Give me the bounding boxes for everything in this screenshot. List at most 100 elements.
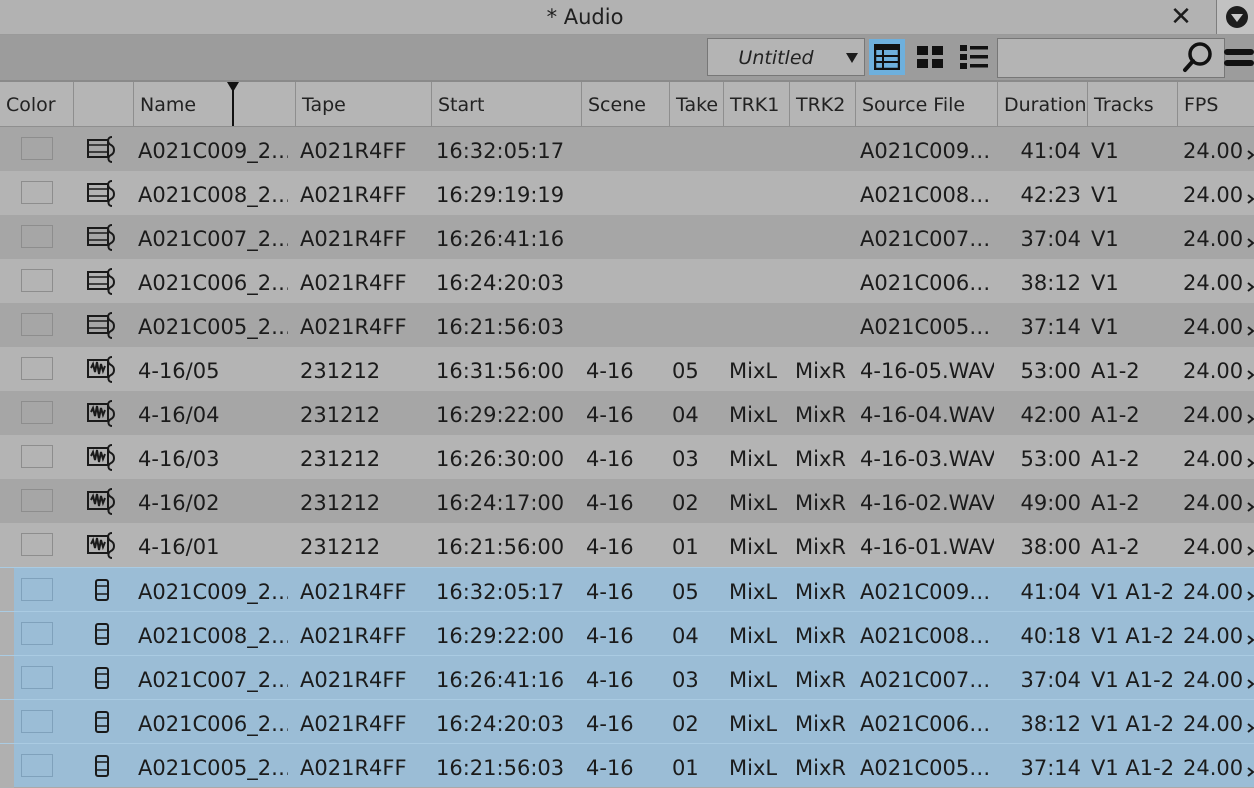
overflow-chevron-icon (1247, 321, 1254, 336)
cell-fps: 24.00 (1183, 624, 1243, 648)
detail-view-button[interactable] (955, 39, 991, 75)
table-row[interactable]: A021C007_2… A021R4FF 16:26:41:16 4-16 03 MixL… (0, 655, 1254, 700)
cell-name: A021C009_2… (138, 139, 288, 163)
overflow-chevron-icon (1247, 630, 1254, 645)
cell-tape: 231212 (300, 535, 381, 559)
close-button[interactable]: ✕ (1166, 2, 1196, 32)
close-icon: ✕ (1170, 2, 1192, 32)
cell-duration: 49:00 (1020, 491, 1081, 515)
cell-tape: A021R4FF (300, 712, 407, 736)
color-swatch[interactable] (21, 754, 53, 777)
thumbnail-view-button[interactable] (912, 39, 948, 75)
cell-scene: 4-16 (586, 447, 634, 471)
column-header-tape[interactable]: Tape (295, 82, 431, 126)
synced-clip-icon (86, 575, 118, 605)
column-resize-handle[interactable] (226, 82, 240, 126)
options-menu-icon[interactable] (1222, 43, 1254, 73)
sequence-clip-icon (86, 310, 118, 340)
cell-tracks: A1-2 (1091, 403, 1140, 427)
cell-source-file: A021C007… (860, 227, 991, 251)
table-row[interactable]: A021C007_2… A021R4FF 16:26:41:16 A021C007… 3… (0, 215, 1254, 259)
cell-take (672, 171, 720, 215)
table-row[interactable]: 4-16/01 231212 16:21:56:00 4-16 01 MixL MixR 4-… (0, 523, 1254, 567)
sequence-clip-icon (86, 178, 118, 208)
color-swatch[interactable] (21, 225, 53, 248)
list-view-button[interactable] (869, 39, 905, 75)
cell-tape: A021R4FF (300, 580, 407, 604)
color-swatch[interactable] (21, 445, 53, 468)
search-icon[interactable] (1182, 41, 1214, 73)
column-header-trk1[interactable]: TRK1 (723, 82, 789, 126)
column-header-trk2[interactable]: TRK2 (789, 82, 855, 126)
table-row[interactable]: A021C005_2… A021R4FF 16:21:56:03 A021C005… 3… (0, 303, 1254, 347)
color-swatch[interactable] (21, 666, 53, 689)
cell-trk2 (795, 127, 853, 171)
color-swatch[interactable] (21, 137, 53, 160)
column-header-take[interactable]: Take (669, 82, 723, 126)
column-header-source-file[interactable]: Source File (855, 82, 997, 126)
column-header-fps[interactable]: FPS (1177, 82, 1254, 126)
cell-fps: 24.00 (1183, 183, 1243, 207)
column-header-start[interactable]: Start (431, 82, 581, 126)
column-header-scene[interactable]: Scene (581, 82, 669, 126)
column-header-type[interactable] (73, 82, 133, 126)
color-swatch[interactable] (21, 269, 53, 292)
cell-trk2: MixR (795, 756, 846, 780)
cell-trk1 (729, 171, 787, 215)
table-view-icon (874, 44, 900, 70)
color-swatch[interactable] (21, 181, 53, 204)
cell-start: 16:26:30:00 (436, 447, 565, 471)
color-swatch[interactable] (21, 401, 53, 424)
color-swatch[interactable] (21, 489, 53, 512)
cell-trk2: MixR (795, 359, 846, 383)
table-row[interactable]: A021C009_2… A021R4FF 16:32:05:17 A021C009… 4… (0, 127, 1254, 171)
cell-fps: 24.00 (1183, 580, 1243, 604)
cell-tracks: V1 A1-2 (1091, 756, 1175, 780)
table-row[interactable]: A021C005_2… A021R4FF 16:21:56:03 4-16 01 MixL… (0, 743, 1254, 788)
color-swatch[interactable] (21, 622, 53, 645)
view-select[interactable]: Untitled (707, 38, 865, 76)
table-row[interactable]: A021C008_2… A021R4FF 16:29:22:00 4-16 04 MixL… (0, 611, 1254, 656)
column-header-color[interactable]: Color (0, 82, 73, 126)
table-row[interactable]: 4-16/03 231212 16:26:30:00 4-16 03 MixL MixR 4-… (0, 435, 1254, 479)
cell-take: 05 (672, 359, 699, 383)
table-row[interactable]: A021C006_2… A021R4FF 16:24:20:03 A021C006… 3… (0, 259, 1254, 303)
table-row[interactable]: 4-16/04 231212 16:29:22:00 4-16 04 MixL MixR 4-… (0, 391, 1254, 435)
color-swatch[interactable] (21, 533, 53, 556)
color-swatch[interactable] (21, 357, 53, 380)
cell-tracks: V1 A1-2 (1091, 624, 1175, 648)
cell-trk1 (729, 259, 787, 303)
cell-name: A021C008_2… (138, 183, 288, 207)
overflow-chevron-icon (1247, 762, 1254, 777)
panel-menu-button[interactable] (1216, 0, 1254, 34)
cell-start: 16:21:56:00 (436, 535, 565, 559)
color-swatch[interactable] (21, 313, 53, 336)
overflow-chevron-icon (1247, 718, 1254, 733)
cell-fps: 24.00 (1183, 271, 1243, 295)
table-row[interactable]: A021C006_2… A021R4FF 16:24:20:03 4-16 02 MixL… (0, 699, 1254, 744)
table-row[interactable]: A021C008_2… A021R4FF 16:29:19:19 A021C008… 4… (0, 171, 1254, 215)
cell-fps: 24.00 (1183, 403, 1243, 427)
cell-name: 4-16/04 (138, 403, 220, 427)
synced-clip-icon (86, 707, 118, 737)
column-header-name[interactable]: Name (133, 82, 295, 126)
cell-source-file: A021C008… (860, 624, 991, 648)
cell-duration: 37:04 (1020, 668, 1081, 692)
column-header-duration[interactable]: Duration (997, 82, 1087, 126)
cell-tape: A021R4FF (300, 183, 407, 207)
cell-take: 04 (672, 403, 699, 427)
overflow-chevron-icon (1247, 497, 1254, 512)
table-row[interactable]: 4-16/02 231212 16:24:17:00 4-16 02 MixL MixR 4-… (0, 479, 1254, 523)
color-swatch[interactable] (21, 710, 53, 733)
cell-trk1: MixL (729, 491, 778, 515)
cell-scene: 4-16 (586, 359, 634, 383)
color-swatch[interactable] (21, 578, 53, 601)
cell-tracks: A1-2 (1091, 447, 1140, 471)
cell-name: 4-16/03 (138, 447, 220, 471)
table-row[interactable]: 4-16/05 231212 16:31:56:00 4-16 05 MixL MixR 4-… (0, 347, 1254, 391)
table-row[interactable]: A021C009_2… A021R4FF 16:32:05:17 4-16 05 MixL… (0, 567, 1254, 612)
cell-trk2: MixR (795, 668, 846, 692)
column-header-tracks[interactable]: Tracks (1087, 82, 1177, 126)
title-bar: * Audio ✕ (0, 0, 1254, 35)
cell-trk1 (729, 127, 787, 171)
